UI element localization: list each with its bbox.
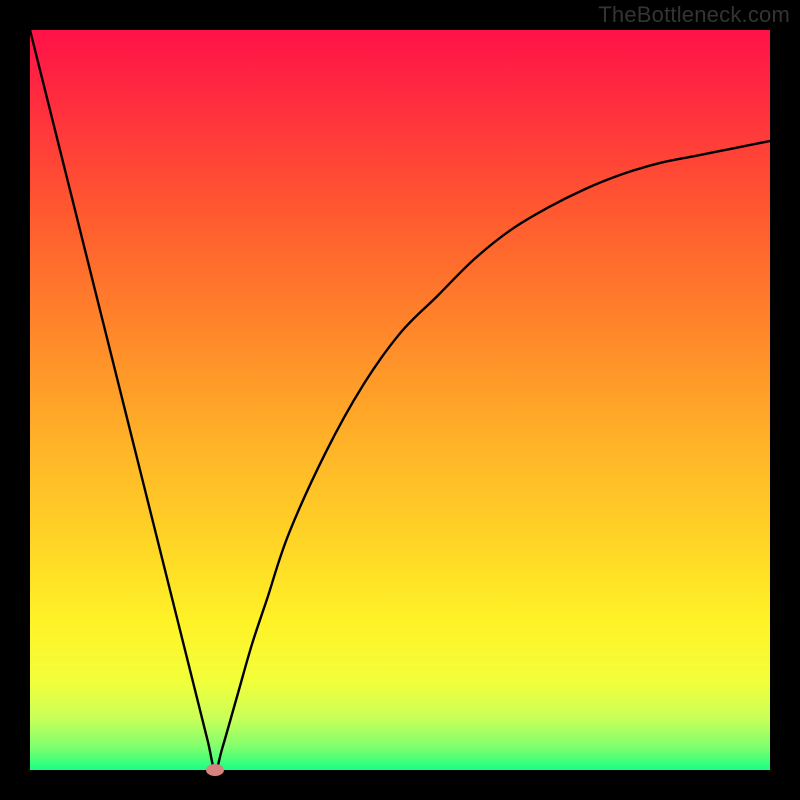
optimum-marker bbox=[206, 764, 224, 776]
bottleneck-chart bbox=[0, 0, 800, 800]
plot-background bbox=[30, 30, 770, 770]
watermark-text: TheBottleneck.com bbox=[598, 2, 790, 28]
chart-frame: TheBottleneck.com bbox=[0, 0, 800, 800]
